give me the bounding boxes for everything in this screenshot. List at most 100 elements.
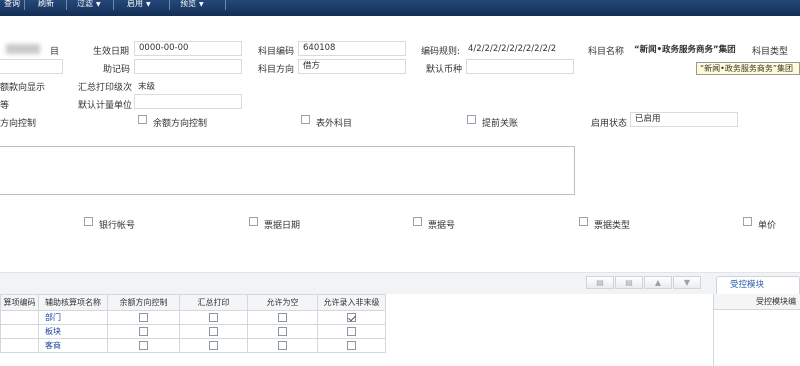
balance-display-label: 额款向显示 [0,83,46,93]
off-balance-label: 表外科目 [316,119,353,129]
memo-textarea[interactable] [0,146,575,195]
toolbar-separator [169,0,170,10]
balance-checkbox[interactable] [139,341,148,350]
move-down-icon[interactable]: ▼ [673,276,701,289]
table-row[interactable]: 部门 [0,310,386,325]
unit-price-checkbox[interactable] [743,217,752,226]
status-label: 启用状态 [591,119,628,129]
off-balance-checkbox[interactable] [301,115,310,124]
unit-price-label: 单价 [758,221,777,231]
move-up-icon[interactable]: ▲ [644,276,672,289]
balance-checkbox[interactable] [139,313,148,322]
tab-controlled-modules[interactable]: 受控模块 [716,276,800,294]
name-cell: 板块 [38,324,108,339]
truncated-label: 目 [50,47,60,57]
balance-checkbox[interactable] [139,327,148,336]
bill-no-checkbox[interactable] [413,217,422,226]
effective-date-input[interactable]: 0000-00-00 [134,41,242,56]
effective-date-label: 生效日期 [93,47,130,57]
summary-checkbox[interactable] [209,327,218,336]
aux-item-name: 客商 [45,341,61,350]
blurred-text [6,44,40,54]
allow-empty-checkbox[interactable] [278,341,287,350]
aux-item-name: 板块 [45,327,61,336]
summary-level-label: 汇总打印级次 [78,83,133,93]
default-unit-label: 默认计量单位 [78,101,133,111]
name-cell: 客商 [38,338,108,353]
toolbar-separator [225,0,226,10]
summary-cell [179,338,248,353]
balance-cell [107,324,180,339]
allow-empty-cell [247,338,318,353]
enable-label: 启用 [127,0,143,8]
column-header: 辅助核算项名称 [38,294,108,311]
bill-type-checkbox[interactable] [579,217,588,226]
allow-empty-checkbox[interactable] [278,313,287,322]
dropdown-arrow-icon: ▼ [199,1,204,8]
column-header: 汇总打印 [179,294,248,311]
subject-type-label: 科目类型 [752,47,789,57]
direction-label: 科目方向 [258,65,295,75]
filter-button[interactable]: 过滤 ▼ [77,0,101,8]
preview-button[interactable]: 预览 ▼ [180,0,204,8]
balance-control-checkbox[interactable] [138,115,147,124]
balance-cell [107,310,180,325]
default-currency-label: 默认币种 [426,65,463,75]
non-leaf-checkbox[interactable] [347,341,356,350]
early-closing-checkbox[interactable] [467,115,476,124]
export-icon[interactable]: ▤ [615,276,643,289]
toolbar-separator [66,0,67,10]
left-cut-input[interactable] [0,59,63,74]
allow-empty-cell [247,324,318,339]
bank-account-label: 银行帐号 [99,221,136,231]
summary-checkbox[interactable] [209,341,218,350]
status-input[interactable]: 已启用 [630,112,738,127]
tab-label: 受控模块 [730,280,765,290]
early-closing-label: 提前关账 [482,119,519,129]
dropdown-arrow-icon: ▼ [96,1,101,8]
refresh-button[interactable]: 刷新 [38,0,54,8]
mnemonic-input[interactable] [134,59,242,74]
column-header: 受控模块编 [714,294,800,310]
filter-label: 过滤 [77,0,93,8]
mnemonic-label: 助记码 [103,65,131,75]
code-cell [0,338,39,353]
allow-empty-checkbox[interactable] [278,327,287,336]
print-icon[interactable]: ▤ [586,276,614,289]
bill-no-label: 票据号 [428,221,456,231]
subject-code-label: 科目编码 [258,47,295,57]
subject-name-label: 科目名称 [588,47,625,57]
summary-cell [179,324,248,339]
column-header: 允许为空 [247,294,318,311]
preview-label: 预览 [180,0,196,8]
non-leaf-checkbox[interactable] [347,327,356,336]
truncated-label: 等 [0,101,10,111]
allow-empty-cell [247,310,318,325]
column-header: 允许录入非末级 [317,294,386,311]
direction-select[interactable]: 借方 [298,59,406,74]
bill-date-checkbox[interactable] [249,217,258,226]
controlled-modules-table: 受控模块编 [713,294,800,366]
query-button[interactable]: 查询 [4,0,20,8]
subject-code-input[interactable]: 640108 [298,41,406,56]
bank-account-checkbox[interactable] [84,217,93,226]
non-leaf-cell [317,338,386,353]
column-header: 余额方向控制 [107,294,180,311]
summary-checkbox[interactable] [209,313,218,322]
toolbar-separator [113,0,114,10]
default-currency-select[interactable] [466,59,574,74]
subject-name-value: “新闻•政务服务商务”集团 [634,45,736,55]
summary-level-value[interactable]: 末级 [138,80,155,92]
code-rule-label: 编码规则: [421,47,461,57]
default-unit-input[interactable] [134,94,242,109]
refresh-label: 刷新 [38,0,54,8]
non-leaf-cell [317,310,386,325]
table-row[interactable]: 板块 [0,324,386,339]
non-leaf-checkbox[interactable] [347,313,356,322]
table-row[interactable]: 客商 [0,338,386,353]
subject-name-tooltip: “新闻•政务服务商务”集团 [696,62,800,75]
toolbar: 查询 刷新 过滤 ▼ 启用 ▼ 预览 ▼ [0,0,800,16]
toolbar-separator [24,0,25,10]
enable-button[interactable]: 启用 ▼ [127,0,151,8]
balance-control-label: 余额方向控制 [153,119,208,129]
